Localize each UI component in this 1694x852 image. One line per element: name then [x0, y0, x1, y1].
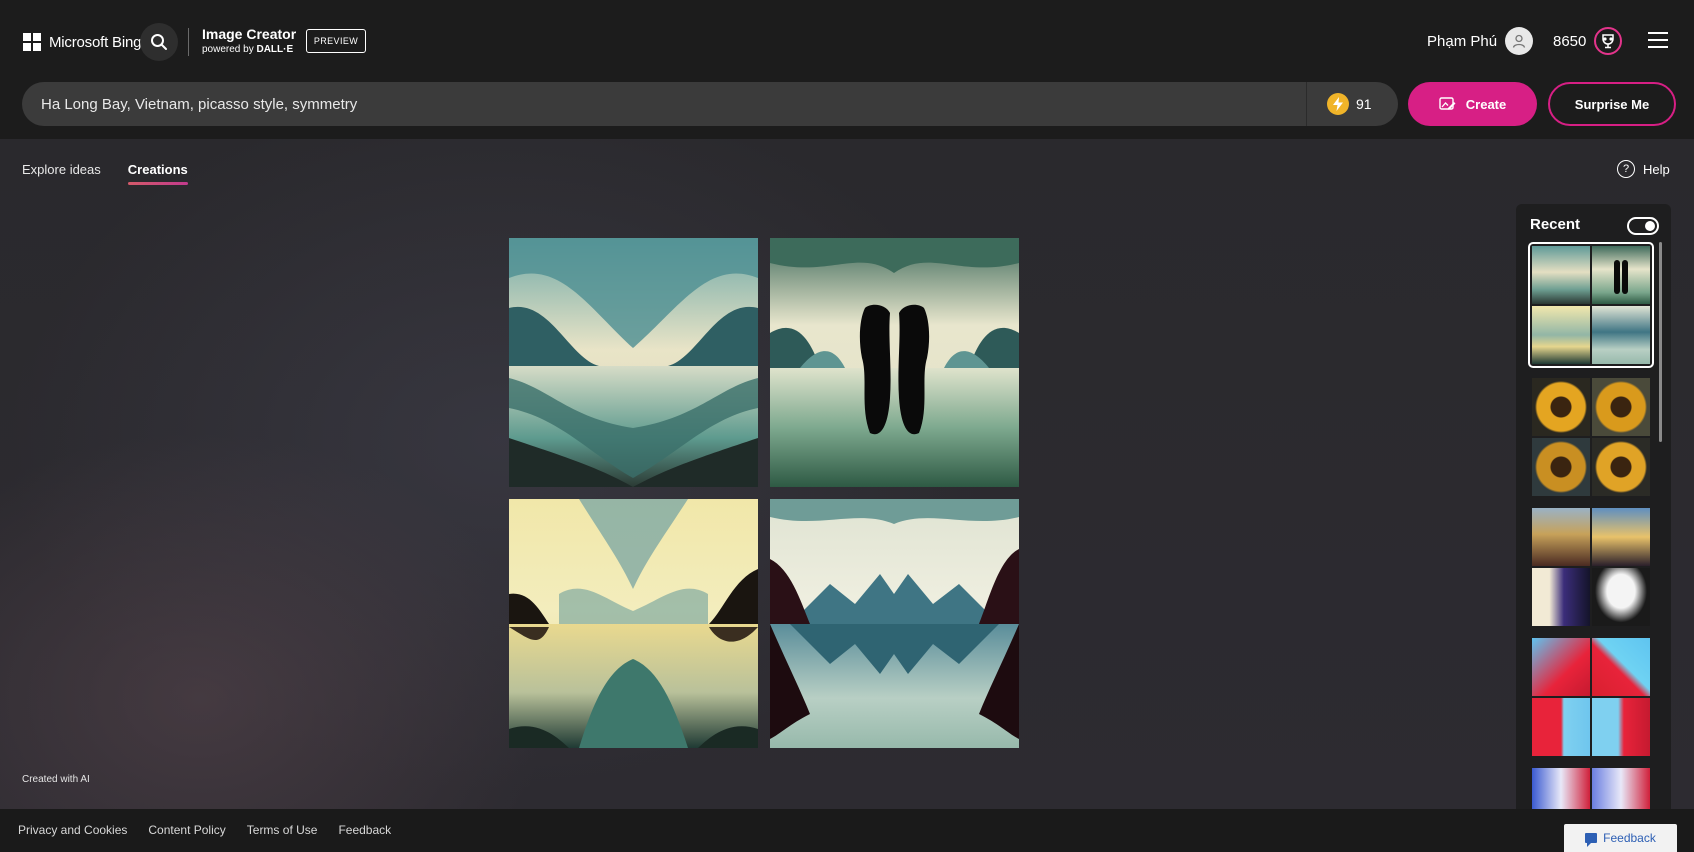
privacy-link[interactable]: Privacy and Cookies [18, 823, 127, 837]
recent-set-sunflowers[interactable] [1530, 376, 1652, 498]
points-value: 8650 [1553, 32, 1587, 50]
help-link[interactable]: ? Help [1617, 160, 1670, 178]
lightning-icon [1327, 93, 1349, 115]
surprise-me-button[interactable]: Surprise Me [1548, 82, 1676, 126]
main-content: Explore ideas Creations ? Help Created w… [0, 139, 1694, 809]
recent-panel: Recent [1516, 204, 1671, 815]
boost-count: 91 [1356, 96, 1372, 112]
footer-links: Privacy and Cookies Content Policy Terms… [18, 823, 391, 837]
rewards-points[interactable]: 8650 [1553, 27, 1623, 55]
brand-sub-strong: DALL·E [256, 44, 294, 55]
boost-separator [1306, 82, 1307, 126]
header-divider [188, 28, 189, 56]
tab-creations[interactable]: Creations [127, 162, 188, 185]
recent-toggle[interactable] [1627, 217, 1659, 235]
tab-explore-ideas[interactable]: Explore ideas [22, 162, 101, 185]
search-button[interactable] [140, 23, 178, 61]
prompt-bar: 91 [22, 82, 1398, 126]
avatar [1505, 27, 1534, 55]
brand-sub-prefix: powered by [202, 44, 254, 55]
brand-title: Image Creator [202, 26, 297, 42]
generated-images-grid [509, 238, 1019, 748]
microsoft-bing-logo[interactable]: Microsoft Bing [23, 33, 141, 51]
user-name: Phạm Phú [1427, 32, 1498, 50]
prompt-input[interactable] [22, 82, 1306, 126]
recent-set-paris[interactable] [1530, 506, 1652, 628]
create-button[interactable]: Create [1408, 82, 1537, 126]
chat-icon [1585, 833, 1598, 847]
boosts-counter[interactable]: 91 [1327, 93, 1372, 115]
content-policy-link[interactable]: Content Policy [148, 823, 225, 837]
create-label: Create [1465, 96, 1507, 112]
person-icon [1512, 34, 1526, 48]
generated-image-3[interactable] [509, 499, 758, 748]
tabs: Explore ideas Creations [22, 162, 188, 185]
question-circle-icon: ? [1617, 160, 1635, 178]
generated-image-1[interactable] [509, 238, 758, 487]
feedback-link[interactable]: Feedback [338, 823, 391, 837]
help-label: Help [1643, 161, 1670, 177]
created-with-ai-label: Created with AI [22, 774, 90, 785]
user-account[interactable]: Phạm Phú [1427, 27, 1534, 55]
trophy-icon [1594, 27, 1623, 55]
image-edit-icon [1439, 97, 1456, 110]
recent-scrollbar[interactable] [1659, 242, 1662, 442]
recent-title: Recent [1530, 216, 1581, 233]
footer: Privacy and Cookies Content Policy Terms… [0, 809, 1694, 852]
top-header: Microsoft Bing Image Creator powered by … [0, 0, 1694, 139]
image-creator-brand[interactable]: Image Creator powered by DALL·E [202, 26, 296, 58]
terms-link[interactable]: Terms of Use [247, 823, 318, 837]
recent-set-abstract[interactable] [1530, 636, 1652, 758]
search-icon [151, 34, 167, 50]
feedback-button-label: Feedback [1603, 831, 1656, 845]
recent-set-partial[interactable] [1530, 766, 1652, 815]
logo-text: Microsoft Bing [49, 33, 142, 51]
generated-image-4[interactable] [770, 499, 1019, 748]
feedback-button[interactable]: Feedback [1564, 824, 1677, 852]
brand-subtitle: powered by DALL·E [202, 42, 296, 58]
recent-set-ha-long-bay[interactable] [1528, 242, 1654, 368]
preview-badge: PREVIEW [306, 29, 366, 53]
hamburger-icon[interactable] [1648, 32, 1668, 48]
generated-image-2[interactable] [770, 238, 1019, 487]
windows-logo-icon [23, 33, 41, 51]
